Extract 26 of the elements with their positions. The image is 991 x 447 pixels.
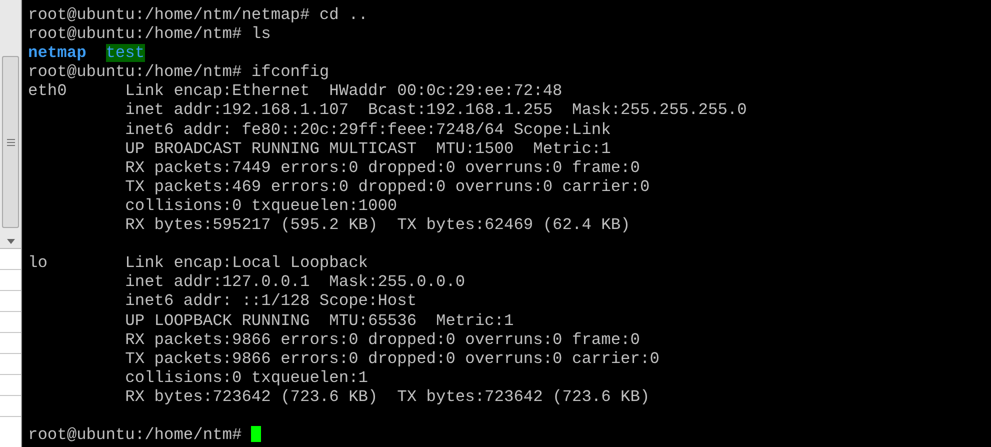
terminal-line: collisions:0 txqueuelen:1000 bbox=[124, 196, 398, 215]
terminal-line: TX packets:9866 errors:0 dropped:0 overruns:0 carrier:0 bbox=[124, 350, 660, 368]
terminal-line: inet addr:192.168.1.107 Bcast:192.168.1.255 Mask:255.255.255.0 bbox=[124, 101, 747, 120]
terminal-line: inet addr:127.0.0.1 Mask:255.0.0.0 bbox=[124, 273, 466, 292]
scrollbar-thumb[interactable] bbox=[2, 56, 19, 228]
terminal-line: TX packets:469 errors:0 dropped:0 overruns:0 carrier:0 bbox=[124, 178, 650, 196]
terminal-line: eth0 Link encap:Ethernet HWaddr 00:0c:29:ee:72:48 bbox=[28, 82, 562, 100]
terminal-line: UP BROADCAST RUNNING MULTICAST MTU:1500 Metric:1 bbox=[124, 140, 611, 158]
scrollbar[interactable] bbox=[0, 0, 21, 249]
grip-icon bbox=[6, 138, 14, 146]
directory-name: test bbox=[106, 44, 145, 62]
terminal-line: collisions:0 txqueuelen:1 bbox=[124, 368, 368, 387]
down-arrow-icon[interactable] bbox=[6, 239, 14, 244]
terminal-line: RX packets:7449 errors:0 dropped:0 overruns:0 frame:0 bbox=[124, 158, 640, 177]
terminal-line: RX bytes:723642 (723.6 KB) TX bytes:723642 (723.6 KB) bbox=[124, 388, 650, 406]
terminal-line: RX packets:9866 errors:0 dropped:0 overruns:0 frame:0 bbox=[124, 330, 640, 349]
terminal-line: UP LOOPBACK RUNNING MTU:65536 Metric:1 bbox=[124, 312, 514, 330]
terminal-line: root@ubuntu:/home/ntm# ls bbox=[28, 25, 271, 44]
terminal-line: inet6 addr: ::1/128 Scope:Host bbox=[124, 292, 417, 310]
terminal-prompt: root@ubuntu:/home/ntm# bbox=[28, 426, 242, 444]
terminal-line: lo Link encap:Local Loopback bbox=[28, 254, 368, 272]
terminal-line: inet6 addr: fe80::20c:29ff:feee:7248/64 Scope:Link bbox=[124, 120, 611, 139]
terminal-line: root@ubuntu:/home/ntm# ifconfig bbox=[28, 63, 330, 82]
terminal-line: root@ubuntu:/home/ntm/netmap# cd .. bbox=[28, 6, 368, 24]
terminal-line: RX bytes:595217 (595.2 KB) TX bytes:62469 (62.4 KB) bbox=[124, 216, 630, 234]
directory-name: netmap bbox=[28, 44, 86, 62]
